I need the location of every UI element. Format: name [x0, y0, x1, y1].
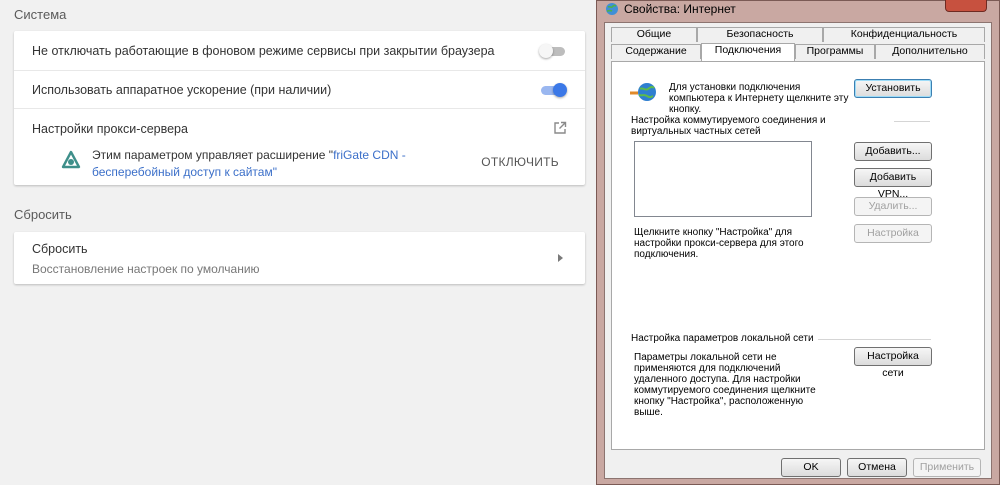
ok-button[interactable]: OK	[781, 458, 841, 477]
internet-options-icon	[606, 3, 618, 15]
setup-button[interactable]: Установить	[854, 79, 932, 98]
hw-accel-toggle[interactable]	[539, 82, 567, 97]
reset-settings-row[interactable]: Сбросить Восстановление настроек по умол…	[14, 232, 585, 284]
extension-control-row: Этим параметром управляет расширение "fr…	[14, 147, 585, 187]
connections-listbox[interactable]	[634, 141, 812, 217]
lan-group-separator	[818, 339, 931, 340]
disable-extension-button[interactable]: ОТКЛЮЧИТЬ	[481, 155, 559, 169]
add-connection-button[interactable]: Добавить...	[854, 142, 932, 161]
add-vpn-button[interactable]: Добавить VPN...	[854, 168, 932, 200]
extension-notice: Этим параметром управляет расширение "fr…	[92, 147, 472, 181]
section-title-system: Система	[14, 7, 67, 22]
dialup-group-separator	[894, 121, 930, 122]
background-apps-toggle[interactable]	[539, 43, 567, 58]
setting-label-hw-accel: Использовать аппаратное ускорение (при н…	[32, 82, 332, 97]
chevron-right-icon	[558, 254, 563, 262]
internet-properties-dialog: Свойства: Интернет Общие Безопасность Ко…	[596, 0, 1000, 485]
tab-security[interactable]: Безопасность	[697, 27, 823, 42]
dialog-titlebar[interactable]: Свойства: Интернет	[597, 0, 999, 19]
setting-label-background-apps: Не отключать работающие в фоновом режиме…	[32, 43, 495, 58]
connections-tab-page: Для установки подключения компьютера к И…	[611, 61, 985, 450]
tab-programs[interactable]: Программы	[795, 44, 875, 59]
setup-connection-text: Для установки подключения компьютера к И…	[669, 82, 849, 115]
lan-info-text: Параметры локальной сети не применяются …	[634, 352, 816, 418]
extension-link-quote: "	[272, 165, 277, 179]
tab-connections[interactable]: Подключения	[701, 43, 795, 61]
apply-button[interactable]: Применить	[913, 458, 981, 477]
frigate-extension-icon	[61, 150, 81, 169]
lan-settings-button[interactable]: Настройка сети	[854, 347, 932, 379]
connection-settings-button[interactable]: Настройка	[854, 224, 932, 243]
dialup-vpn-group-label: Настройка коммутируемого соединения и ви…	[631, 115, 826, 137]
cancel-button[interactable]: Отмена	[847, 458, 907, 477]
setting-label-proxy: Настройки прокси-сервера	[32, 122, 188, 136]
remove-connection-button[interactable]: Удалить...	[854, 197, 932, 216]
dialog-title: Свойства: Интернет	[624, 2, 736, 16]
section-title-reset: Сбросить	[14, 207, 72, 222]
tab-advanced[interactable]: Дополнительно	[875, 44, 985, 59]
system-card: Не отключать работающие в фоновом режиме…	[14, 31, 585, 185]
open-external-icon[interactable]	[553, 121, 567, 135]
extension-notice-text: Этим параметром управляет расширение "	[92, 148, 334, 162]
setting-row-hw-accel[interactable]: Использовать аппаратное ускорение (при н…	[14, 70, 585, 108]
tab-privacy[interactable]: Конфиденциальность	[823, 27, 985, 42]
reset-row-title: Сбросить	[32, 242, 88, 256]
lan-group-label: Настройка параметров локальной сети	[631, 333, 814, 344]
internet-globe-icon	[630, 83, 656, 101]
reset-row-subtitle: Восстановление настроек по умолчанию	[32, 262, 260, 276]
setting-row-background-apps[interactable]: Не отключать работающие в фоновом режиме…	[14, 31, 585, 70]
tab-general[interactable]: Общие	[611, 27, 697, 42]
tab-content[interactable]: Содержание	[611, 44, 701, 59]
proxy-hint-text: Щелкните кнопку "Настройка" для настройк…	[634, 227, 804, 260]
dialog-body: Общие Безопасность Конфиденциальность Со…	[604, 22, 992, 479]
close-button[interactable]	[945, 0, 987, 12]
